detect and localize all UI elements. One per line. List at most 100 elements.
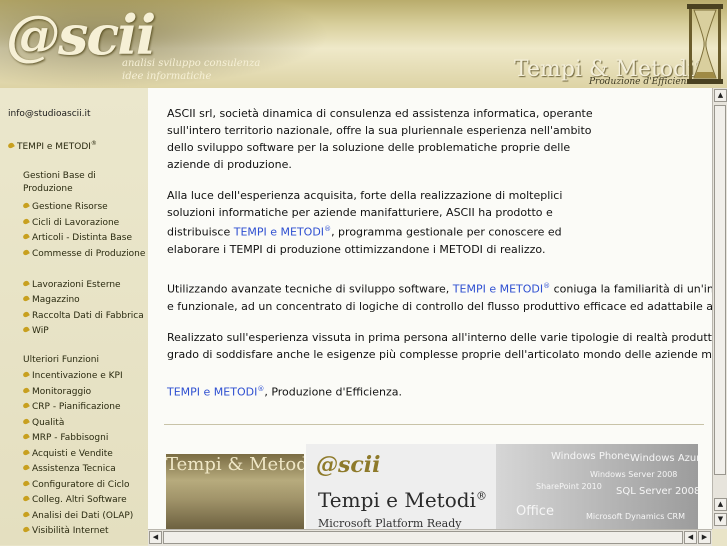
leaf-bullet-icon <box>22 448 30 456</box>
sidebar-item-label: Cicli di Lavorazione <box>32 217 120 228</box>
text-line: grado di soddisfare anche le esigenze pi… <box>167 348 712 361</box>
sidebar-item[interactable]: Analisi dei Dati (OLAP) <box>22 510 146 523</box>
leaf-bullet-icon <box>22 510 30 518</box>
tagline-line-1: analisi sviluppo consulenza <box>122 58 261 69</box>
microsoft-platform-banner[interactable]: @scii Tempi e Metodi® Microsoft Platform… <box>306 444 698 529</box>
reg-mark: ® <box>475 489 487 503</box>
main-content: ASCII srl, società dinamica di consulenz… <box>148 88 712 529</box>
ascii-banner-logo: @scii <box>316 452 381 478</box>
leaf-bullet-icon <box>22 432 30 441</box>
text-line: Alla luce dell'esperienza acquisita, for… <box>167 189 563 202</box>
sidebar-item[interactable]: Incentivazione e KPI <box>22 370 146 383</box>
text-span: , programma gestionale per conoscere ed <box>331 225 562 239</box>
tempi-metodi-banner[interactable]: Tempi & Metodi <box>166 454 304 529</box>
experience-paragraph: Alla luce dell'esperienza acquisita, for… <box>167 187 562 258</box>
tagline-paragraph: TEMPI e METODI®, Produzione d'Efficienza… <box>167 381 402 401</box>
sidebar-item-label: Gestione Risorse <box>32 202 108 212</box>
leaf-bullet-icon <box>22 386 30 394</box>
sidebar-item[interactable]: Monitoraggio <box>22 386 146 399</box>
technology-paragraph: Utilizzando avanzate tecniche di svilupp… <box>167 278 712 315</box>
leaf-bullet-icon <box>22 417 30 425</box>
text-span: Realizzato sull'esperienza vissuta in pr… <box>167 331 712 344</box>
leaf-bullet-icon <box>22 325 30 334</box>
banner-product-title: Tempi e Metodi® <box>318 488 487 512</box>
sidebar-item-label: Articoli - Distinta Base <box>32 233 132 243</box>
leaf-bullet-icon <box>22 294 30 303</box>
leaf-bullet-icon <box>22 310 30 318</box>
scroll-left-icon[interactable]: ◀ <box>684 531 697 544</box>
sidebar-item[interactable]: MRP - Fabbisogni <box>22 432 146 445</box>
sidebar-item[interactable]: Assistenza Tecnica <box>22 463 146 476</box>
leaf-bullet-icon <box>22 248 30 256</box>
scroll-right-icon[interactable]: ▶ <box>698 531 711 544</box>
reg-mark: ® <box>90 140 97 147</box>
scroll-up-icon[interactable]: ▲ <box>714 89 727 102</box>
sidebar-item[interactable]: Visibilità Internet <box>22 525 146 538</box>
ms-product-label: Microsoft Dynamics CRM <box>586 512 685 521</box>
sidebar-item[interactable]: WiP <box>22 325 146 338</box>
leaf-bullet-icon <box>22 494 30 503</box>
sidebar-item[interactable]: Qualità <box>22 417 146 430</box>
sidebar-item[interactable]: Lavorazioni Esterne <box>22 279 146 292</box>
sidebar-item-label: Monitoraggio <box>32 386 92 397</box>
hourglass-icon <box>687 4 723 84</box>
text-line: distribuisce TEMPI e METODI®, programma … <box>167 221 562 241</box>
content-divider <box>164 424 704 425</box>
site-header: @scii analisi sviluppo consulenza idee i… <box>0 0 727 88</box>
horizontal-scrollbar[interactable]: ◀ ◀ ▶ <box>148 529 712 546</box>
tempi-metodi-link[interactable]: TEMPI e METODI <box>234 226 324 239</box>
sidebar-item[interactable]: Acquisti e Vendite <box>22 448 146 461</box>
sidebar-nav: info@studioascii.it TEMPI e METODI® Gest… <box>0 88 148 545</box>
sidebar-item[interactable]: CRP - Pianificazione <box>22 401 146 414</box>
banner-subtitle: Microsoft Platform Ready <box>318 517 462 529</box>
sidebar-item-label: CRP - Pianificazione <box>32 402 121 412</box>
email-link[interactable]: info@studioascii.it <box>8 109 91 119</box>
intro-paragraph: ASCII srl, società dinamica di consulenz… <box>167 105 593 173</box>
scroll-up-icon[interactable]: ▲ <box>714 498 727 511</box>
ms-product-label: Windows Azure <box>630 453 698 464</box>
leaf-bullet-icon <box>7 141 15 150</box>
scroll-left-icon[interactable]: ◀ <box>149 531 162 544</box>
text-line: Realizzato sull'esperienza vissuta in pr… <box>167 329 712 346</box>
sidebar-item-label: Analisi dei Dati (OLAP) <box>32 510 134 521</box>
sidebar-item-label: Commesse di Produzione <box>32 248 146 259</box>
tempi-metodi-link[interactable]: TEMPI e METODI <box>453 283 543 296</box>
horizontal-scroll-thumb[interactable] <box>163 531 683 544</box>
sidebar-item[interactable]: Colleg. Altri Software <box>22 494 146 507</box>
leaf-bullet-icon <box>22 232 30 241</box>
scroll-down-icon[interactable]: ▼ <box>714 513 727 526</box>
vertical-scrollbar[interactable]: ▲ ▲ ▼ <box>712 88 727 529</box>
sidebar-item[interactable]: Commesse di Produzione <box>22 248 146 261</box>
text-line: ASCII srl, società dinamica di consulenz… <box>167 107 593 120</box>
sidebar-item[interactable]: Magazzino <box>22 294 146 307</box>
reg-mark: ® <box>324 225 332 233</box>
sidebar-item-label: Acquisti e Vendite <box>32 448 113 459</box>
sidebar-item-label: Raccolta Dati di Fabbrica <box>32 310 144 321</box>
ms-product-label: SharePoint 2010 <box>536 482 602 491</box>
experience-based-paragraph: Realizzato sull'esperienza vissuta in pr… <box>167 329 712 363</box>
vertical-scroll-thumb[interactable] <box>714 105 726 475</box>
nav-item-tempi-e-metodi[interactable]: TEMPI e METODI® <box>7 137 97 154</box>
sidebar-item-label: Qualità <box>32 417 65 428</box>
sidebar-item-label: Lavorazioni Esterne <box>32 279 121 290</box>
sidebar-item[interactable]: Cicli di Lavorazione <box>22 217 146 230</box>
text-line: elaborare i TEMPI di produzione ottimizz… <box>167 242 546 256</box>
ms-product-label: Windows Server 2008 <box>590 470 678 479</box>
sidebar-item[interactable]: Articoli - Distinta Base <box>22 232 146 245</box>
section-title-gestioni: Gestioni Base di Produzione <box>23 171 96 194</box>
text-span: , Produzione d'Efficienza. <box>264 385 402 399</box>
sidebar-item-label: WiP <box>32 326 49 336</box>
text-line: sull'intero territorio nazionale, offre … <box>167 124 592 137</box>
text-line: e funzionale, ad un concentrato di logic… <box>167 299 712 313</box>
sidebar-item[interactable]: Gestione Risorse <box>22 201 146 214</box>
sidebar-item[interactable]: Configuratore di Ciclo <box>22 479 146 492</box>
section-title-ulteriori: Ulteriori Funzioni <box>23 355 99 365</box>
text-span: Utilizzando avanzate tecniche di svilupp… <box>167 282 453 296</box>
sidebar-item-label: Configuratore di Ciclo <box>32 479 130 490</box>
leaf-bullet-icon <box>22 525 30 534</box>
sidebar-item[interactable]: Raccolta Dati di Fabbrica <box>22 310 146 323</box>
tagline-line-2: idee informatiche <box>122 71 212 82</box>
ms-product-label: Office <box>516 504 554 519</box>
ascii-logo[interactable]: @scii <box>6 8 156 62</box>
tempi-metodi-link[interactable]: TEMPI e METODI <box>167 386 257 399</box>
